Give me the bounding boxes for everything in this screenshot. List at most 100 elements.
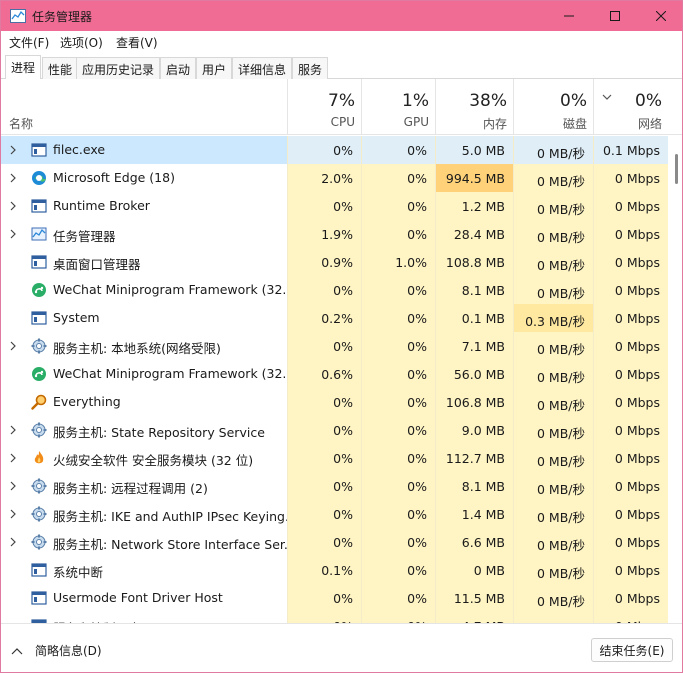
process-name-cell[interactable]: 服务主机: 本地系统(网络受限) xyxy=(1,332,287,360)
title-bar[interactable]: 任务管理器 xyxy=(1,1,682,31)
menu-file[interactable]: 文件(F) xyxy=(9,34,49,51)
cpu-total: 7% xyxy=(328,91,355,111)
close-icon xyxy=(656,11,666,21)
process-row[interactable]: 任务管理器 1.9% 0% 28.4 MB 0 MB/秒 0 Mbps xyxy=(1,220,676,248)
process-row[interactable]: Everything 0% 0% 106.8 MB 0 MB/秒 0 Mbps xyxy=(1,388,676,416)
chevron-up-icon xyxy=(11,647,23,654)
process-name-cell[interactable]: Everything xyxy=(1,388,287,416)
process-row[interactable]: Runtime Broker 0% 0% 1.2 MB 0 MB/秒 0 Mbps xyxy=(1,192,676,220)
tab-details[interactable]: 详细信息 xyxy=(232,57,293,79)
gear-icon xyxy=(31,338,47,354)
memory-column-header[interactable]: 38% 内存 xyxy=(435,79,513,135)
process-row[interactable]: filec.exe 0% 0% 5.0 MB 0 MB/秒 0.1 Mbps xyxy=(1,136,676,164)
memory-value: 0 MB xyxy=(435,556,513,584)
chevron-right-icon[interactable] xyxy=(9,536,17,548)
process-name-cell[interactable]: 服务主机: 远程过程调用 (2) xyxy=(1,472,287,500)
gpu-total: 1% xyxy=(402,91,429,111)
chevron-right-icon[interactable] xyxy=(9,452,17,464)
network-total: 0% xyxy=(635,91,662,111)
process-name-cell[interactable]: 任务管理器 xyxy=(1,220,287,248)
chevron-right-icon[interactable] xyxy=(9,200,17,212)
process-name-cell[interactable]: Usermode Font Driver Host xyxy=(1,584,287,612)
process-row[interactable]: 服务主机: Network Store Interface Ser... 0% 0%… xyxy=(1,528,676,556)
disk-value: 0 MB/秒 xyxy=(513,220,593,248)
process-row[interactable]: WeChat Miniprogram Framework (32... 0.6% 0… xyxy=(1,360,676,388)
process-name-cell[interactable]: 服务主机: IKE and AuthIP IPsec Keying... xyxy=(1,500,297,528)
network-column-header[interactable]: 0% 网络 xyxy=(593,79,668,135)
gpu-value: 0% xyxy=(361,304,435,332)
disk-value: 0 MB/秒 xyxy=(513,192,593,220)
scrollbar[interactable] xyxy=(672,136,680,623)
gpu-value: 0% xyxy=(361,528,435,556)
process-row[interactable]: 服务主机: State Repository Service 0% 0% 9.0 MB… xyxy=(1,416,676,444)
process-name-cell[interactable]: 服务主机: Network Store Interface Ser... xyxy=(1,528,296,556)
process-row[interactable]: 服务主机: 远程过程调用 (2) 0% 0% 8.1 MB 0 MB/秒 0 Mbps xyxy=(1,472,676,500)
process-row[interactable]: 服务主机: 本地系统(网络受限) 0% 0% 7.1 MB 0 MB/秒 0 Mbps xyxy=(1,332,676,360)
disk-value: 0.3 MB/秒 xyxy=(513,304,593,332)
process-row[interactable]: 火绒安全软件 安全服务模块 (32 位) 0% 0% 112.7 MB 0 MB/秒 0 … xyxy=(1,444,676,472)
gpu-value: 0% xyxy=(361,556,435,584)
chevron-right-icon[interactable] xyxy=(9,480,17,492)
tab-services[interactable]: 服务 xyxy=(292,57,329,79)
network-value: 0 Mbps xyxy=(593,528,668,556)
chevron-right-icon[interactable] xyxy=(9,508,17,520)
close-button[interactable] xyxy=(638,1,682,31)
cpu-value: 0% xyxy=(287,528,361,556)
chevron-right-icon[interactable] xyxy=(9,340,17,352)
tab-performance[interactable]: 性能 xyxy=(42,57,79,79)
process-name: 服务主机: IKE and AuthIP IPsec Keying... xyxy=(53,509,297,524)
process-name-cell[interactable]: WeChat Miniprogram Framework (32... xyxy=(1,276,294,304)
process-row[interactable]: 系统中断 0.1% 0% 0 MB 0 MB/秒 0 Mbps xyxy=(1,556,676,584)
tab-startup[interactable]: 启动 xyxy=(160,57,197,79)
process-row[interactable]: Usermode Font Driver Host 0% 0% 11.5 MB 0 MB… xyxy=(1,584,676,612)
process-row[interactable]: 服务和控制器应用0%0%4.7 MB0 MB/秒0 Mbps xyxy=(1,612,676,623)
cpu-value: 0% xyxy=(287,584,361,612)
chevron-right-icon[interactable] xyxy=(9,144,17,156)
minimize-button[interactable] xyxy=(546,1,592,31)
scroll-thumb[interactable] xyxy=(675,154,678,184)
menu-view[interactable]: 查看(V) xyxy=(116,34,158,51)
process-row[interactable]: Microsoft Edge (18) 2.0% 0% 994.5 MB 0 MB/秒 0… xyxy=(1,164,676,192)
disk-column-header[interactable]: 0% 磁盘 xyxy=(513,79,593,135)
process-name-cell[interactable]: 服务主机: State Repository Service xyxy=(1,416,287,444)
process-row[interactable]: WeChat Miniprogram Framework (32... 0% 0% 8… xyxy=(1,276,676,304)
network-value: 0 Mbps xyxy=(593,332,668,360)
gpu-column-header[interactable]: 1% GPU xyxy=(361,79,435,135)
process-row[interactable]: 服务主机: IKE and AuthIP IPsec Keying... 0% 0%… xyxy=(1,500,676,528)
process-name-cell[interactable]: 服务和控制器应用 xyxy=(1,612,287,623)
cpu-value: 0% xyxy=(287,192,361,220)
process-name-cell[interactable]: 系统中断 xyxy=(1,556,287,584)
network-value: 0 Mbps xyxy=(593,500,668,528)
menu-options[interactable]: 选项(O) xyxy=(60,34,103,51)
memory-value: 4.7 MB xyxy=(435,612,513,623)
process-name-cell[interactable]: WeChat Miniprogram Framework (32... xyxy=(1,360,294,388)
network-value: 0 Mbps xyxy=(593,360,668,388)
wechat-icon xyxy=(32,283,46,297)
process-name-cell[interactable]: System xyxy=(1,304,287,332)
cpu-column-header[interactable]: 7% CPU xyxy=(287,79,361,135)
chevron-right-icon[interactable] xyxy=(9,228,17,240)
disk-value: 0 MB/秒 xyxy=(513,248,593,276)
gpu-value: 0% xyxy=(361,584,435,612)
process-name-cell[interactable]: 火绒安全软件 安全服务模块 (32 位) xyxy=(1,444,287,472)
maximize-button[interactable] xyxy=(592,1,638,31)
process-row[interactable]: System 0.2% 0% 0.1 MB 0.3 MB/秒 0 Mbps xyxy=(1,304,676,332)
process-row[interactable]: 桌面窗口管理器 0.9% 1.0% 108.8 MB 0 MB/秒 0 Mbps xyxy=(1,248,676,276)
chevron-right-icon[interactable] xyxy=(9,424,17,436)
disk-value: 0 MB/秒 xyxy=(513,556,593,584)
menu-bar: 文件(F) 选项(O) 查看(V) xyxy=(1,31,682,53)
disk-value: 0 MB/秒 xyxy=(513,360,593,388)
chevron-right-icon[interactable] xyxy=(9,172,17,184)
tab-app-history[interactable]: 应用历史记录 xyxy=(76,57,161,79)
gpu-value: 0% xyxy=(361,500,435,528)
tab-processes[interactable]: 进程 xyxy=(5,55,42,80)
fewer-details-button[interactable]: 简略信息(D) xyxy=(11,642,102,659)
process-name-cell[interactable]: filec.exe xyxy=(1,136,287,164)
tab-users[interactable]: 用户 xyxy=(196,57,233,79)
name-column-header[interactable]: 名称 xyxy=(1,79,287,135)
process-name-cell[interactable]: Runtime Broker xyxy=(1,192,287,220)
process-name-cell[interactable]: Microsoft Edge (18) xyxy=(1,164,287,192)
process-name-cell[interactable]: 桌面窗口管理器 xyxy=(1,248,287,276)
process-name: 任务管理器 xyxy=(53,229,116,244)
end-task-button[interactable]: 结束任务(E) xyxy=(591,638,673,662)
